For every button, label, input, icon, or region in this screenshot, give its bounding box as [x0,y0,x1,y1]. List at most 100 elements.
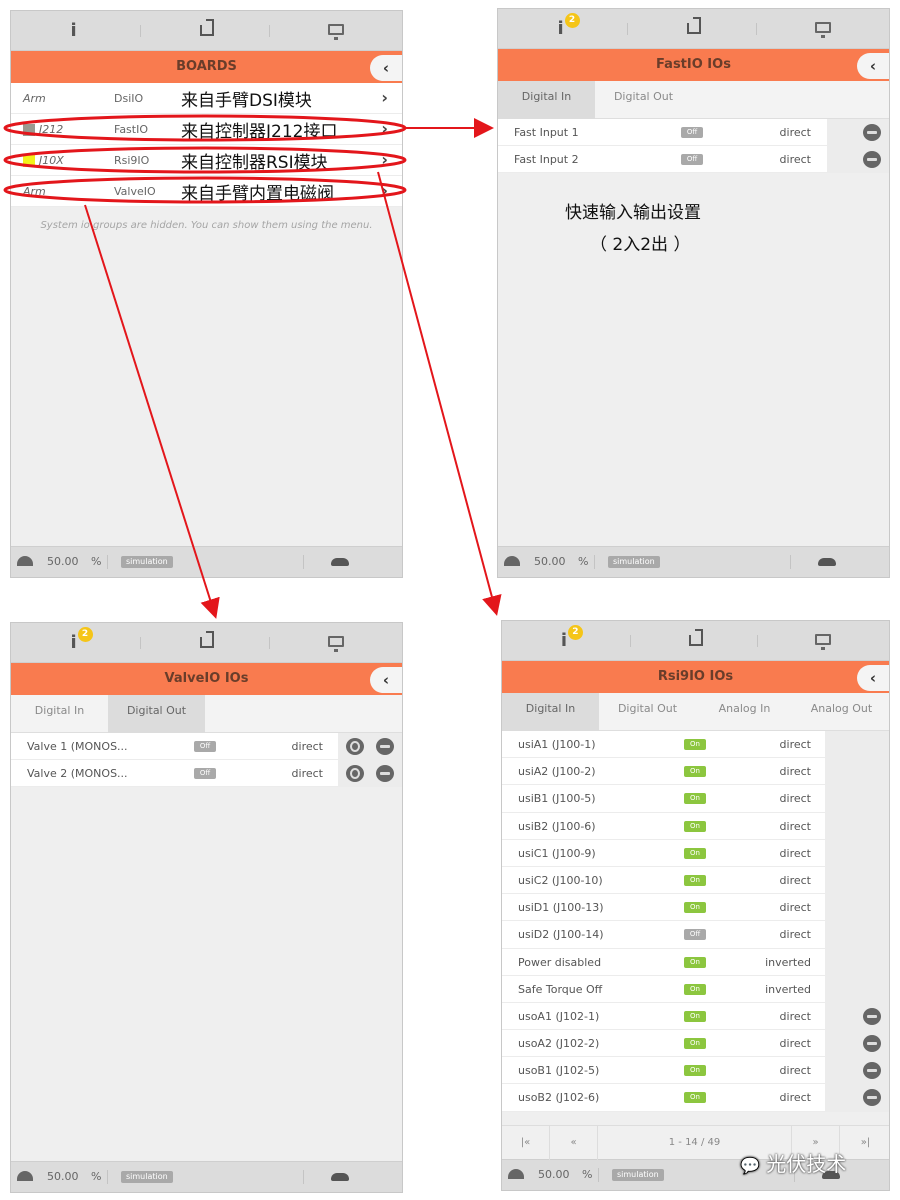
monitor-button[interactable] [813,631,833,651]
io-state-badge[interactable]: Off [684,929,706,941]
tab-digital-in[interactable]: Digital In [502,693,599,731]
tab-digital-out[interactable]: Digital Out [108,695,205,733]
info-button[interactable]: i2 [64,627,93,653]
io-tabs: Digital In Digital Out [11,695,402,733]
robot-icon[interactable] [818,558,836,566]
io-state-badge[interactable]: On [684,1092,706,1104]
last-page-button[interactable]: »| [840,1126,889,1160]
chevron-right-icon[interactable]: › [381,181,388,200]
monitor-button[interactable] [813,19,833,39]
board-row[interactable]: J212 FastIO 来自控制器J212接口 › [11,114,402,145]
io-name: usiB2 (J100-6) [518,819,596,833]
io-mode: inverted [765,955,811,969]
cell-button[interactable] [197,19,217,41]
board-name: Rsi9IO [114,154,150,167]
override-value[interactable]: 50.00 [47,1170,79,1183]
robot-icon[interactable] [331,558,349,566]
mode-badge[interactable]: simulation [608,556,660,568]
io-state-badge[interactable]: On [684,902,706,914]
board-list: Arm DsiIO 来自手臂DSI模块 › J212 FastIO 来自控制器J212接口 ›… [11,83,402,207]
board-annotation: 来自控制器J212接口 [181,122,338,142]
board-row[interactable]: J10X Rsi9IO 来自控制器RSI模块 › [11,145,402,176]
back-button[interactable]: ‹ [857,665,889,691]
speed-gauge-icon[interactable] [508,1169,524,1179]
override-value[interactable]: 50.00 [47,555,79,568]
robot-icon[interactable] [331,1173,349,1181]
io-mode: inverted [765,982,811,996]
key-icon[interactable] [863,1007,881,1025]
io-state-badge[interactable]: Off [194,768,216,780]
tab-analog-in[interactable]: Analog In [696,693,793,731]
chevron-right-icon[interactable]: › [381,119,388,138]
io-list: Fast Input 1 Off direct Fast Input 2 Off dire… [498,119,889,174]
tab-digital-in[interactable]: Digital In [498,81,595,119]
tab-analog-out[interactable]: Analog Out [793,693,889,731]
io-state-badge[interactable]: On [684,793,706,805]
power-icon[interactable] [346,765,364,783]
key-icon[interactable] [863,1089,881,1107]
top-bar: i2 [498,9,889,49]
monitor-button[interactable] [326,633,346,653]
tab-digital-out[interactable]: Digital Out [595,81,692,119]
key-icon[interactable] [863,1062,881,1080]
io-state-badge[interactable]: On [684,766,706,778]
speed-gauge-icon[interactable] [17,1171,33,1181]
mode-badge[interactable]: simulation [121,556,173,568]
io-row: usoB2 (J102-6) On direct [502,1084,889,1112]
speed-gauge-icon[interactable] [504,556,520,566]
prev-page-button[interactable]: « [550,1126,598,1160]
back-button[interactable]: ‹ [857,53,889,79]
io-state-badge[interactable]: On [684,820,706,832]
io-state-badge[interactable]: On [684,1038,706,1050]
io-row: usiC2 (J100-10) On direct [502,866,889,895]
back-button[interactable]: ‹ [370,55,402,81]
override-value[interactable]: 50.00 [534,555,566,568]
page-title: FastIO IOs [656,57,731,72]
override-value[interactable]: 50.00 [538,1168,570,1181]
cell-button[interactable] [197,631,217,653]
io-state-badge[interactable]: On [684,1010,706,1022]
back-button[interactable]: ‹ [370,667,402,693]
io-state-badge[interactable]: On [684,1065,706,1077]
io-state-badge[interactable]: On [684,983,706,995]
info-button[interactable]: i [64,21,84,41]
io-state-badge[interactable]: On [684,847,706,859]
key-icon[interactable] [863,151,881,169]
io-state-badge[interactable]: On [684,956,706,968]
io-state-badge[interactable]: Off [681,127,703,138]
board-row[interactable]: Arm ValveIO 来自手臂内置电磁阀 › [11,176,402,207]
board-row[interactable]: Arm DsiIO 来自手臂DSI模块 › [11,83,402,114]
tab-digital-in[interactable]: Digital In [11,695,108,733]
watermark: 💬 光伏技术 [740,1148,846,1177]
io-state-badge[interactable]: Off [194,741,216,752]
separator [756,23,758,35]
io-row: usiB1 (J100-5) On direct [502,785,889,813]
chevron-right-icon[interactable]: › [381,88,388,107]
info-button[interactable]: i2 [554,625,583,651]
io-state-badge[interactable]: Off [681,154,703,166]
io-state-badge[interactable]: On [684,739,706,750]
io-row: Valve 1 (MONOS... Off direct [11,733,402,761]
key-icon[interactable] [863,1035,881,1053]
key-icon[interactable] [376,738,394,755]
io-name: Fast Input 1 [514,126,579,139]
io-mode: direct [779,1091,811,1105]
mode-badge[interactable]: simulation [612,1169,664,1181]
info-icon: i [70,20,77,41]
power-icon[interactable] [346,738,364,755]
monitor-button[interactable] [326,21,346,41]
key-icon[interactable] [863,124,881,141]
chevron-right-icon[interactable]: › [381,150,388,169]
panel-header: BOARDS ‹ [11,51,402,83]
speed-gauge-icon[interactable] [17,556,33,566]
io-tabs: Digital In Digital Out [498,81,889,119]
io-row: usoA1 (J102-1) On direct [502,1002,889,1031]
io-state-badge[interactable]: On [684,874,706,886]
key-icon[interactable] [376,765,394,783]
cell-button[interactable] [684,17,704,39]
first-page-button[interactable]: |« [502,1126,550,1160]
info-button[interactable]: i2 [551,13,580,39]
mode-badge[interactable]: simulation [121,1171,173,1183]
tab-digital-out[interactable]: Digital Out [599,693,696,731]
cell-button[interactable] [686,629,706,651]
